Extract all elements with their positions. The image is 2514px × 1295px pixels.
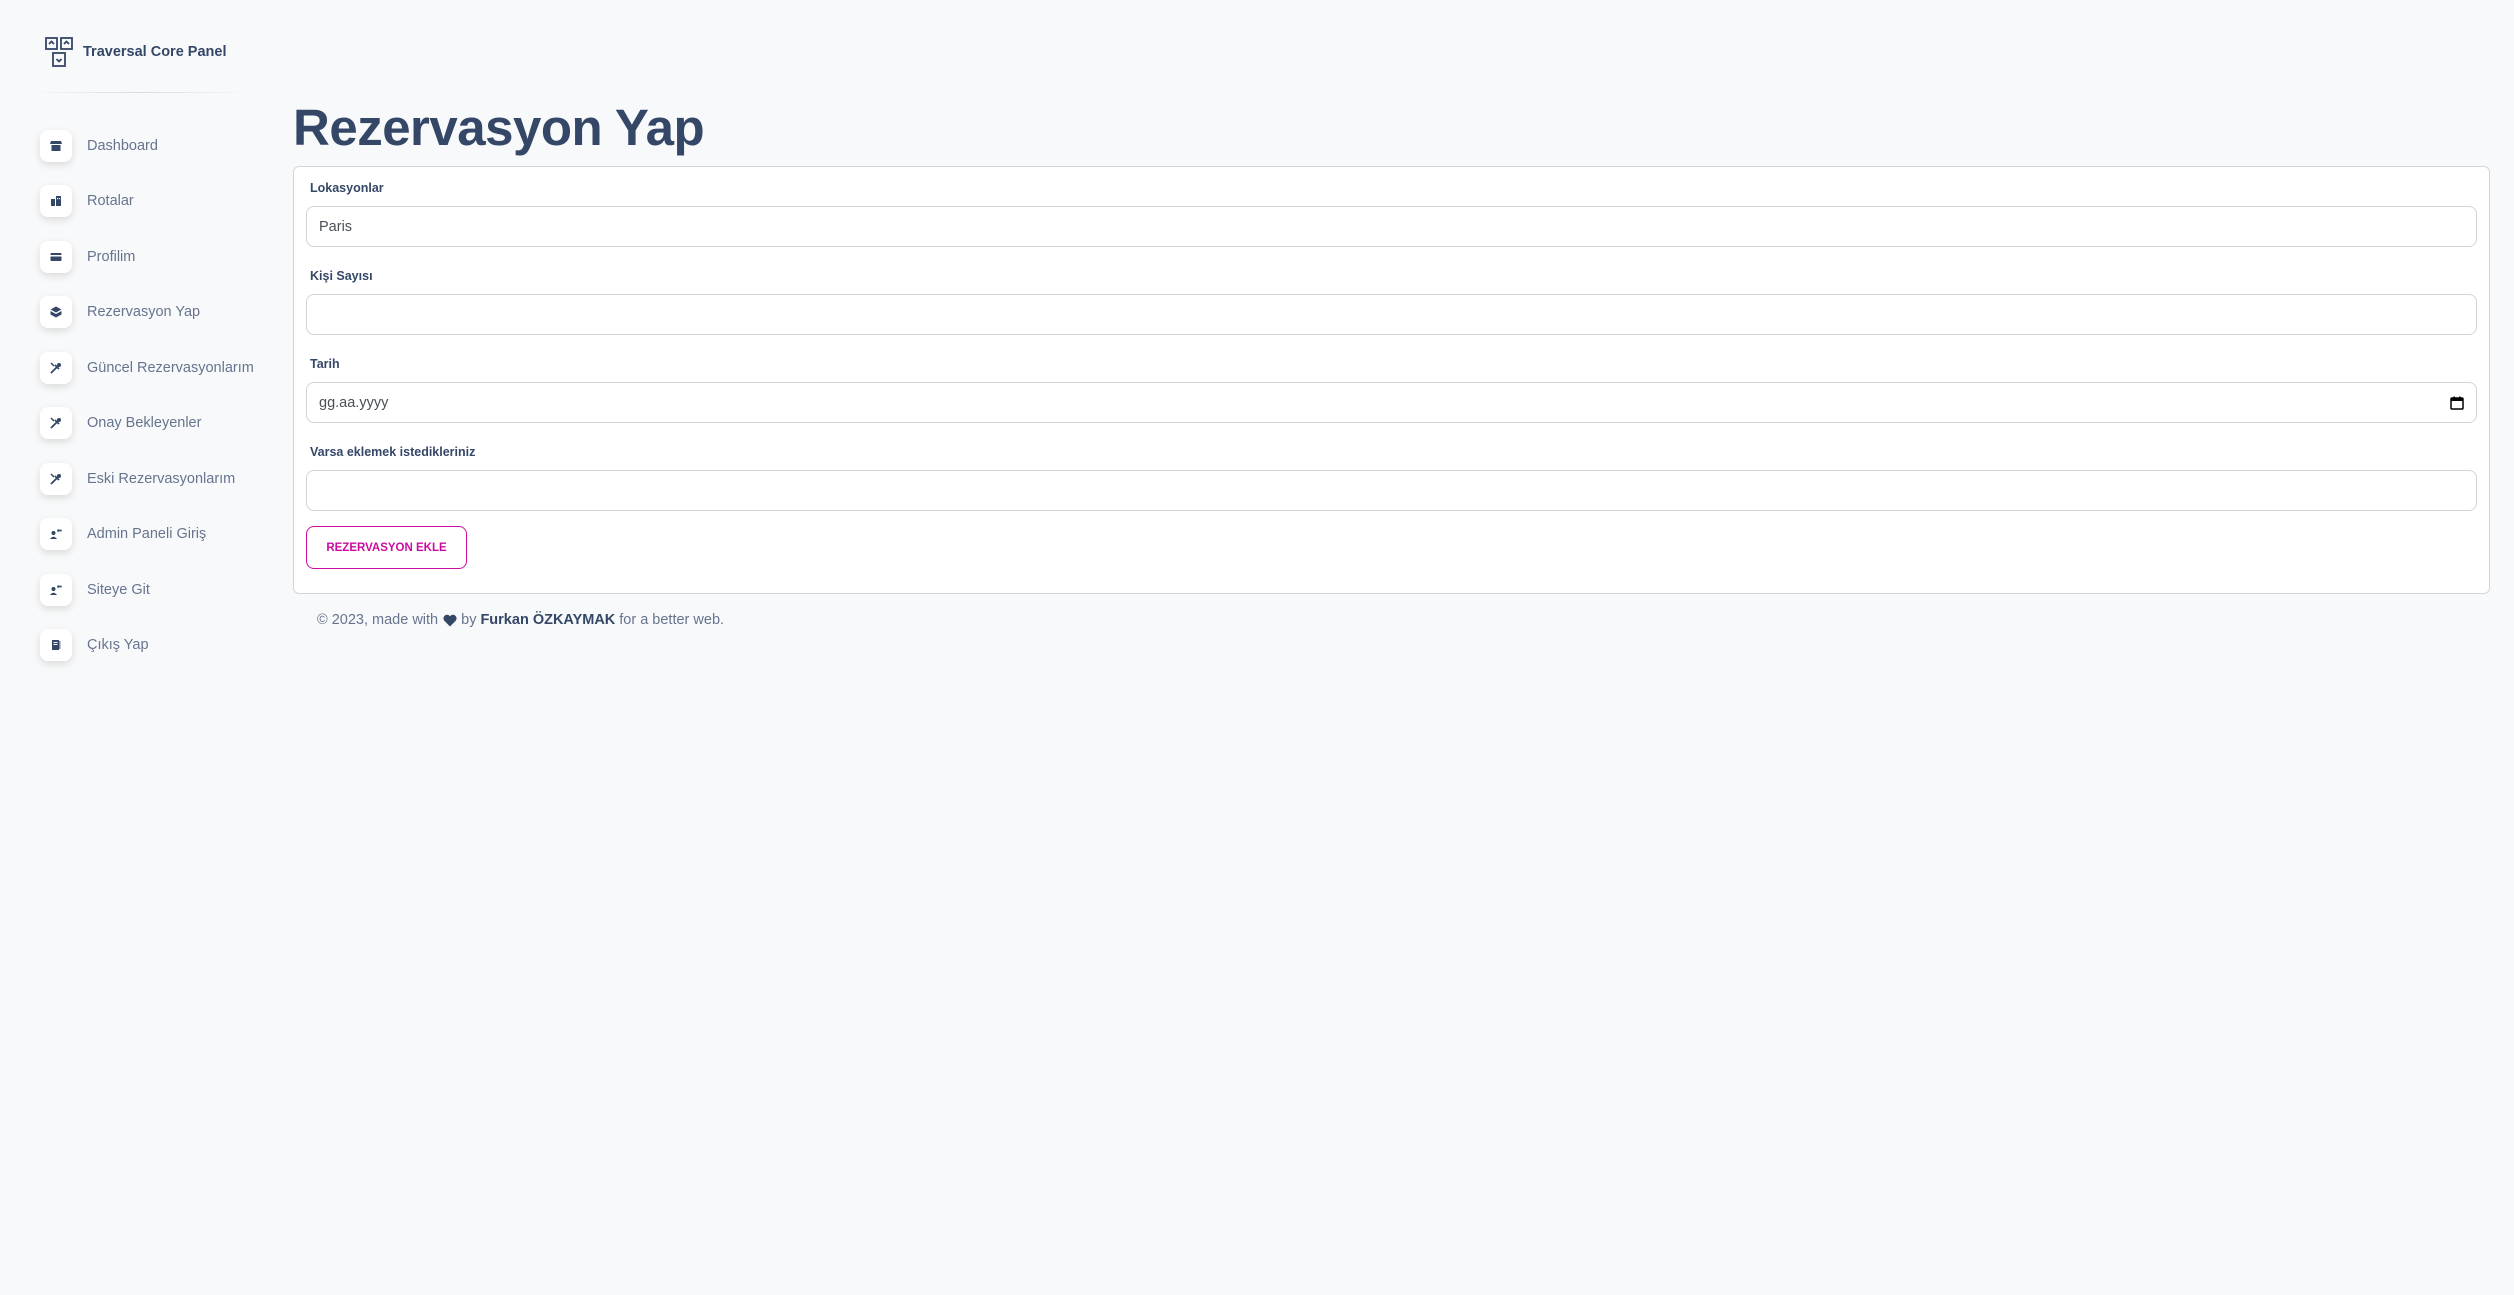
sidebar-item-eski-rezervasyonlarim[interactable]: Eski Rezervasyonlarım (40, 451, 254, 507)
date-input[interactable]: gg.aa.yyyy (306, 382, 2477, 423)
sidebar: Traversal Core Panel Dashboard Rotalar P… (0, 0, 270, 1295)
footer: © 2023, made with by Furkan ÖZKAYMAK for… (317, 612, 724, 628)
sidebar-item-profilim[interactable]: Profilim (40, 229, 254, 285)
date-label: Tarih (310, 357, 340, 371)
box-3d-icon (40, 296, 72, 329)
sidebar-item-rotalar[interactable]: Rotalar (40, 174, 254, 230)
sidebar-item-admin-paneli-giris[interactable]: Admin Paneli Giriş (40, 507, 254, 563)
brand[interactable]: Traversal Core Panel (44, 36, 226, 68)
box-logo-icon (44, 36, 74, 68)
footer-suffix: for a better web. (619, 612, 725, 628)
footer-by: by (461, 612, 477, 628)
people-count-label: Kişi Sayısı (310, 269, 373, 283)
location-input[interactable]: Paris (306, 206, 2477, 247)
sidebar-item-cikis-yap[interactable]: Çıkış Yap (40, 618, 254, 674)
office-icon (40, 185, 72, 218)
sidebar-item-label: Rezervasyon Yap (87, 304, 201, 321)
sidebar-item-guncel-rezervasyonlarim[interactable]: Güncel Rezervasyonlarım (40, 340, 254, 396)
page-title: Rezervasyon Yap (293, 99, 705, 156)
sidebar-item-label: Profilim (87, 248, 136, 265)
heart-icon (443, 614, 457, 627)
sidebar-item-rezervasyon-yap[interactable]: Rezervasyon Yap (40, 285, 254, 341)
sidebar-item-dashboard[interactable]: Dashboard (40, 118, 254, 174)
date-placeholder: gg.aa.yyyy (319, 394, 389, 411)
sidebar-item-label: Admin Paneli Giriş (87, 526, 207, 543)
document-icon (40, 629, 72, 662)
sidebar-item-label: Dashboard (87, 137, 158, 154)
sidebar-nav: Dashboard Rotalar Profilim Rezervasyon Y… (40, 118, 254, 673)
sidebar-item-label: Çıkış Yap (87, 637, 149, 654)
sidebar-item-onay-bekleyenler[interactable]: Onay Bekleyenler (40, 396, 254, 452)
sidebar-item-label: Onay Bekleyenler (87, 415, 202, 432)
footer-author-link[interactable]: Furkan ÖZKAYMAK (480, 612, 615, 628)
sidebar-item-siteye-git[interactable]: Siteye Git (40, 562, 254, 618)
footer-prefix: © 2023, made with (317, 612, 439, 628)
customer-support-icon (40, 573, 72, 606)
customer-support-icon (40, 518, 72, 551)
reservation-form: Lokasyonlar Paris Kişi Sayısı Tarih gg.a… (293, 166, 2490, 594)
people-count-input[interactable] (306, 294, 2477, 335)
sidebar-item-label: Güncel Rezervasyonlarım (87, 359, 254, 376)
settings-tools-icon (40, 407, 72, 440)
notes-input[interactable] (306, 470, 2477, 511)
credit-card-icon (40, 240, 72, 273)
brand-divider (30, 92, 250, 93)
settings-tools-icon (40, 351, 72, 384)
brand-name: Traversal Core Panel (83, 44, 227, 60)
sidebar-item-label: Eski Rezervasyonlarım (87, 470, 236, 487)
sidebar-item-label: Siteye Git (87, 581, 150, 598)
sidebar-item-label: Rotalar (87, 193, 134, 210)
shop-icon (40, 129, 72, 162)
notes-label: Varsa eklemek istedikleriniz (310, 445, 476, 459)
calendar-icon[interactable] (2450, 396, 2464, 410)
add-reservation-button[interactable]: REZERVASYON EKLE (306, 526, 467, 569)
settings-tools-icon (40, 462, 72, 495)
location-label: Lokasyonlar (310, 181, 384, 195)
